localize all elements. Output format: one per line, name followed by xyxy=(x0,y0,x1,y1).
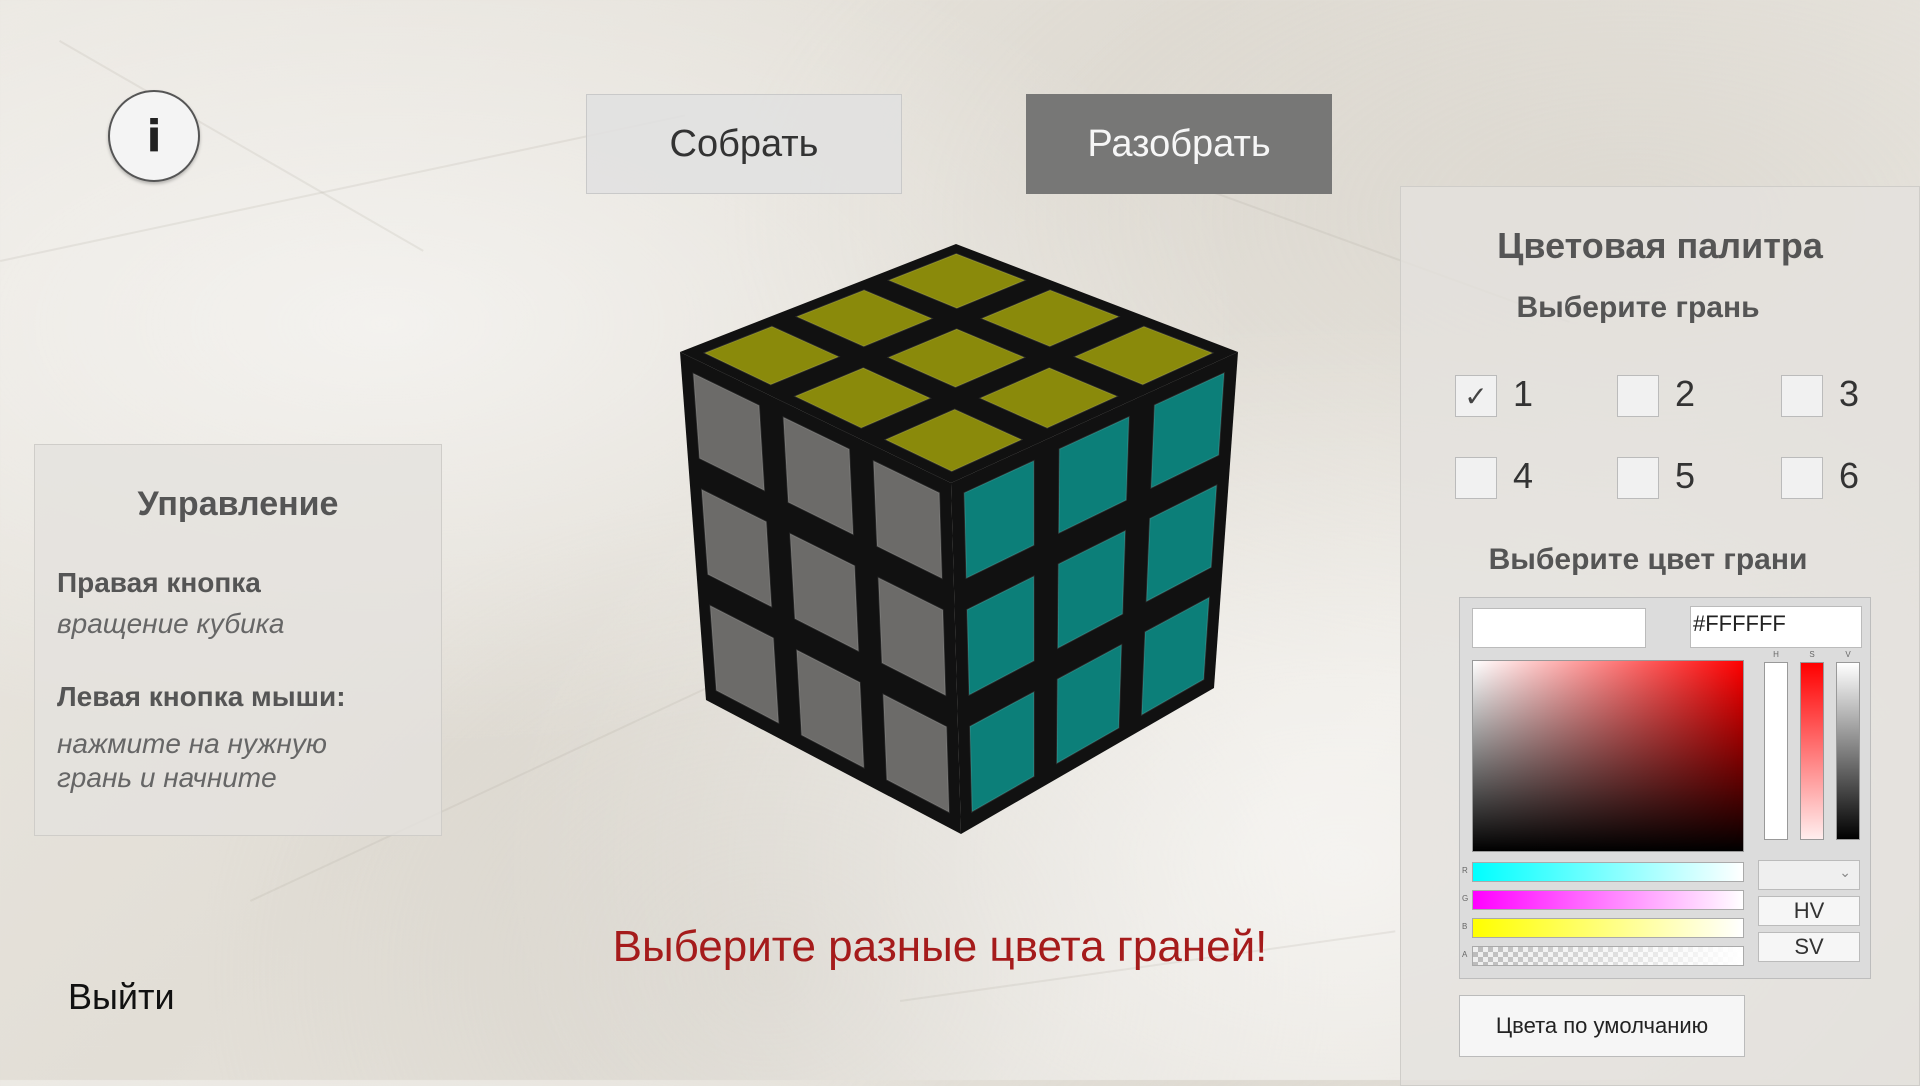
green-slider-caption: G xyxy=(1462,894,1469,903)
saturation-bar-caption: S xyxy=(1809,650,1815,659)
hv-mode-button[interactable]: HV xyxy=(1758,896,1860,926)
face-label-6: 6 xyxy=(1839,455,1860,496)
hue-slider[interactable] xyxy=(1764,662,1788,840)
default-colors-button[interactable]: Цвета по умолчанию xyxy=(1459,995,1745,1057)
face-label-2: 2 xyxy=(1675,373,1696,414)
color-palette-panel: Цветовая палитра Выберите грань ✓ 1 2 3 … xyxy=(1400,186,1920,1086)
alpha-slider-caption: A xyxy=(1462,950,1468,959)
mode-dropdown[interactable]: ⌄ xyxy=(1758,860,1860,890)
face-label-3: 3 xyxy=(1839,373,1860,414)
current-color-swatch xyxy=(1472,608,1646,648)
face-checkbox-2[interactable] xyxy=(1617,375,1659,417)
face-label-4: 4 xyxy=(1513,455,1534,496)
controls-title: Управление xyxy=(137,485,339,523)
face-checkbox-4[interactable] xyxy=(1455,457,1497,499)
left-button-description-line1: нажмите на нужную xyxy=(57,728,327,759)
choose-color-label: Выберите цвет грани xyxy=(1488,543,1808,576)
face-checkbox-1[interactable]: ✓ xyxy=(1455,375,1497,417)
green-slider[interactable] xyxy=(1472,890,1744,910)
scramble-button[interactable]: Разобрать xyxy=(1026,94,1332,194)
hex-input[interactable]: #FFFFFF xyxy=(1690,606,1862,648)
red-slider[interactable] xyxy=(1472,862,1744,882)
face-checkbox-3[interactable] xyxy=(1781,375,1823,417)
left-button-description-line2: грань и начните xyxy=(57,762,277,793)
rubiks-cube[interactable] xyxy=(676,240,1256,840)
alpha-slider[interactable] xyxy=(1472,946,1744,966)
right-button-label: Правая кнопка xyxy=(57,567,261,598)
exit-button[interactable]: Выйти xyxy=(68,976,175,1018)
chevron-down-icon: ⌄ xyxy=(1839,865,1851,881)
sv-mode-button[interactable]: SV xyxy=(1758,932,1860,962)
hue-bar-caption: H xyxy=(1773,650,1779,659)
left-button-label: Левая кнопка мыши: xyxy=(57,681,346,712)
color-picker: #FFFFFF H S V R G B A ⌄ HV SV xyxy=(1459,597,1871,979)
info-button[interactable]: i xyxy=(108,90,200,182)
blue-slider[interactable] xyxy=(1472,918,1744,938)
value-slider[interactable] xyxy=(1836,662,1860,840)
saturation-value-area[interactable] xyxy=(1472,660,1744,852)
right-button-description: вращение кубика xyxy=(57,608,285,639)
face-checkbox-6[interactable] xyxy=(1781,457,1823,499)
value-bar-caption: V xyxy=(1845,650,1851,659)
assemble-button[interactable]: Собрать xyxy=(586,94,902,194)
face-label-5: 5 xyxy=(1675,455,1696,496)
red-slider-caption: R xyxy=(1462,866,1468,875)
controls-panel: Управление Правая кнопка вращение кубика… xyxy=(34,444,442,836)
face-checkbox-5[interactable] xyxy=(1617,457,1659,499)
blue-slider-caption: B xyxy=(1462,922,1468,931)
saturation-slider[interactable] xyxy=(1800,662,1824,840)
palette-title: Цветовая палитра xyxy=(1497,225,1823,266)
checkmark-icon: ✓ xyxy=(1464,379,1488,413)
warning-message: Выберите разные цвета граней! xyxy=(612,922,1268,971)
choose-face-label: Выберите грань xyxy=(1516,291,1760,324)
face-label-1: 1 xyxy=(1513,373,1534,414)
